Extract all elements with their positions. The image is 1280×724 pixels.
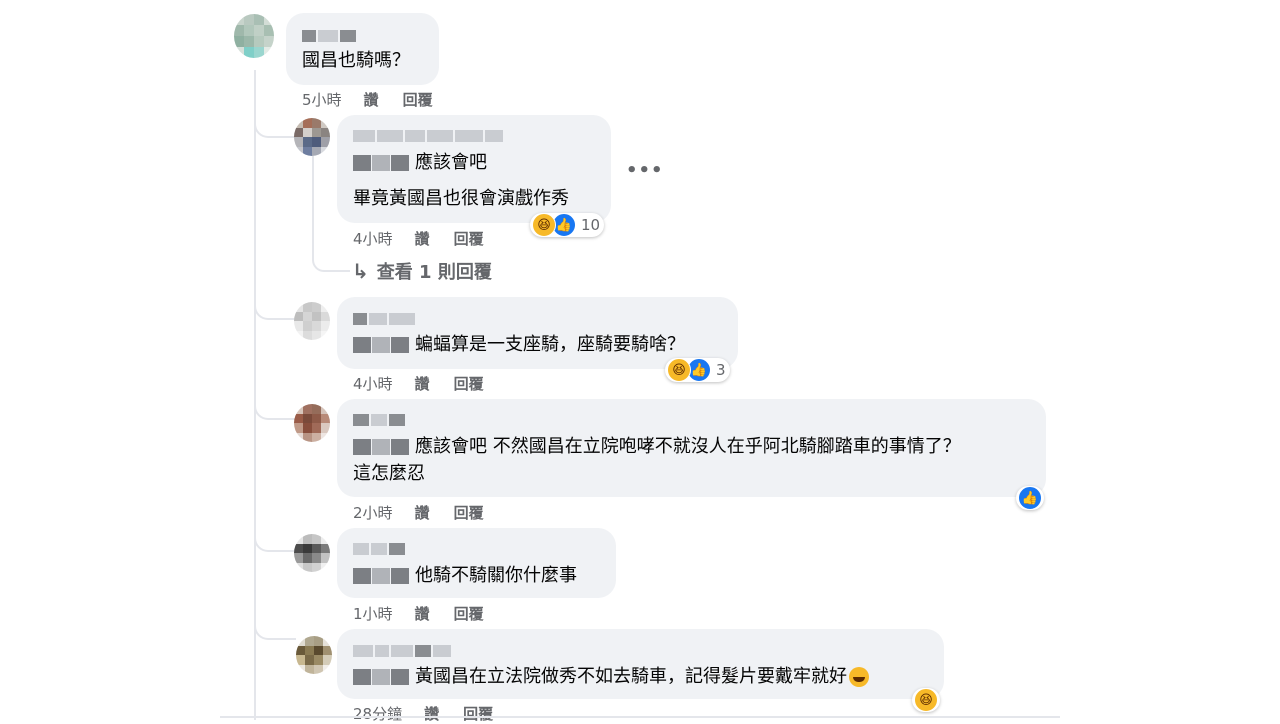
reply-button[interactable]: 回覆 (454, 502, 484, 523)
reply-button[interactable]: 回覆 (454, 603, 484, 624)
comment-actions: 2小時 讚 回覆 (353, 502, 508, 523)
comment-text: 應該會吧 (353, 152, 487, 174)
reply-button[interactable]: 回覆 (463, 703, 493, 724)
reaction-count: 3 (716, 361, 726, 379)
comment-timestamp[interactable]: 1小時 (353, 603, 393, 624)
comment-bubble (286, 13, 439, 85)
comment-timestamp[interactable]: 2小時 (353, 502, 393, 523)
like-button[interactable]: 讚 (415, 228, 430, 249)
comment-bubble (337, 629, 944, 699)
reaction-summary[interactable]: 😆 👍 10 (530, 213, 605, 237)
mention-obscured[interactable] (353, 155, 409, 171)
author-name-obscured[interactable] (302, 30, 356, 42)
thread-elbow (254, 116, 296, 138)
like-button[interactable]: 讚 (364, 89, 379, 110)
thread-elbow (254, 398, 296, 420)
grinning-emoji-icon (849, 667, 869, 687)
comment-timestamp[interactable]: 4小時 (353, 228, 393, 249)
author-name-obscured[interactable] (353, 543, 405, 555)
avatar[interactable] (294, 118, 330, 156)
comment-actions: 1小時 讚 回覆 (353, 603, 508, 624)
avatar[interactable] (294, 404, 330, 442)
comment-text: 他騎不騎關你什麼事 (353, 565, 577, 587)
comment-timestamp[interactable]: 4小時 (353, 373, 393, 394)
haha-reaction-icon: 😆 (667, 358, 691, 382)
mention-obscured[interactable] (353, 439, 409, 455)
avatar[interactable] (294, 534, 330, 572)
reply-button[interactable]: 回覆 (454, 373, 484, 394)
comment-text: 國昌也騎嗎？ (302, 50, 410, 71)
mention-obscured[interactable] (353, 669, 409, 685)
comment-text: 蝙蝠算是一支座騎，座騎要騎啥？ (353, 334, 685, 356)
reply-button[interactable]: 回覆 (454, 228, 484, 249)
avatar[interactable] (296, 636, 332, 674)
like-reaction-icon: 👍 (1018, 486, 1042, 510)
reaction-summary[interactable]: 😆 (912, 688, 940, 712)
view-replies-label: 查看 1 則回覆 (376, 262, 492, 283)
comment-text: 黃國昌在立法院做秀不如去騎車，記得髮片要戴牢就好 (353, 666, 869, 688)
comment-actions: 5小時 讚 回覆 (302, 89, 457, 110)
comment-text-line: 畢竟黃國昌也很會演戲作秀 (353, 188, 569, 209)
like-button[interactable]: 讚 (415, 502, 430, 523)
like-button[interactable]: 讚 (415, 603, 430, 624)
view-replies-link[interactable]: ↳ 查看 1 則回覆 (352, 258, 492, 284)
author-name-obscured[interactable] (353, 130, 503, 142)
haha-reaction-icon: 😆 (914, 688, 938, 712)
bottom-divider (220, 716, 1060, 718)
reply-arrow-icon: ↳ (352, 259, 369, 283)
avatar[interactable] (294, 302, 330, 340)
thread-elbow (254, 298, 296, 320)
comment-timestamp[interactable]: 5小時 (302, 89, 342, 110)
haha-reaction-icon: 😆 (532, 213, 556, 237)
author-name-obscured[interactable] (353, 414, 405, 426)
like-button[interactable]: 讚 (424, 703, 439, 724)
comment-actions: 4小時 讚 回覆 (353, 228, 508, 249)
author-name-obscured[interactable] (353, 313, 415, 325)
subthread-connector-line (312, 156, 314, 256)
subthread-elbow (312, 248, 350, 272)
author-name-obscured[interactable] (353, 645, 451, 657)
like-button[interactable]: 讚 (415, 373, 430, 394)
comment-actions: 4小時 讚 回覆 (353, 373, 508, 394)
reaction-count: 10 (581, 216, 601, 234)
reaction-summary[interactable]: 👍 (1016, 486, 1044, 510)
comment-actions: 28分鐘 讚 回覆 (353, 703, 517, 724)
reaction-summary[interactable]: 😆 👍 3 (665, 358, 730, 382)
comment-timestamp[interactable]: 28分鐘 (353, 703, 402, 724)
more-options-icon[interactable]: ••• (626, 160, 664, 181)
comment-text: 應該會吧 不然國昌在立院咆哮不就沒人在乎阿北騎腳踏車的事情了？ (353, 436, 961, 458)
mention-obscured[interactable] (353, 568, 409, 584)
mention-obscured[interactable] (353, 337, 409, 353)
avatar[interactable] (234, 14, 274, 58)
reply-button[interactable]: 回覆 (403, 89, 433, 110)
thread-elbow (254, 530, 296, 552)
thread-elbow (254, 618, 296, 640)
comment-text-line: 這怎麼忍 (353, 463, 425, 484)
comment-bubble (337, 528, 616, 598)
